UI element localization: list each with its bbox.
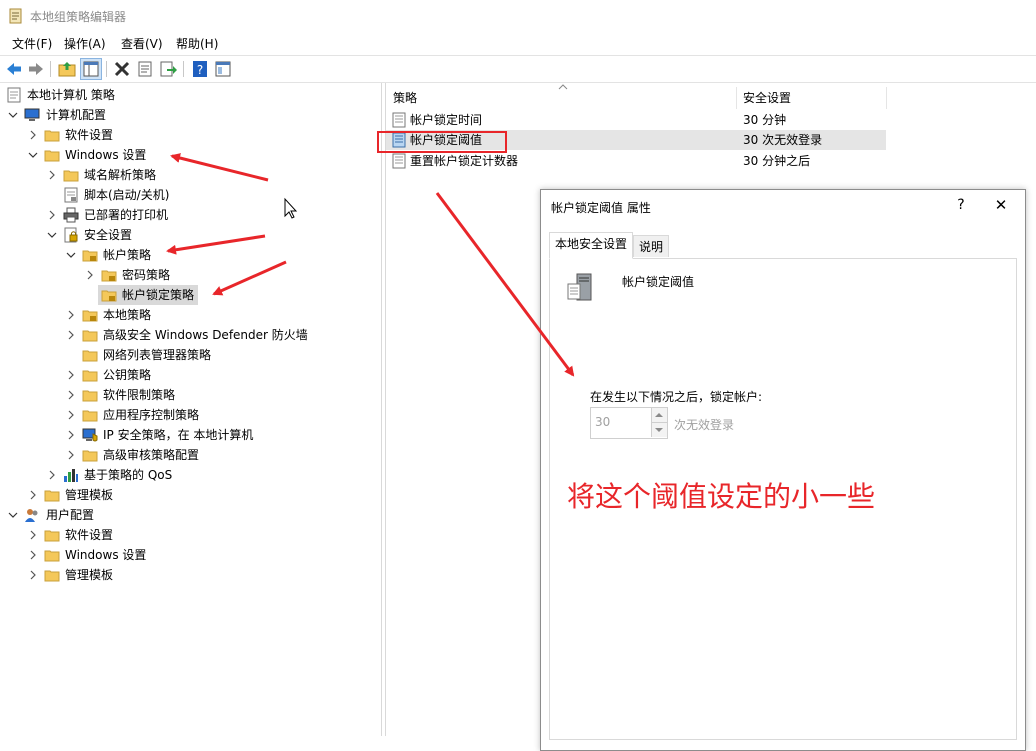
mouse-cursor-icon: [284, 197, 298, 219]
annotation-arrow-windows-settings: [170, 153, 269, 182]
tab-local-security-setting[interactable]: 本地安全设置: [549, 232, 634, 259]
tab-label: 本地安全设置: [555, 237, 628, 251]
annotation-arrows-layer: [166, 153, 575, 377]
annotation-arrow-to-dialog: [435, 192, 575, 377]
annotation-arrow-lockout-policy: [212, 260, 287, 296]
annotation-arrow-account-policies: [166, 234, 266, 255]
